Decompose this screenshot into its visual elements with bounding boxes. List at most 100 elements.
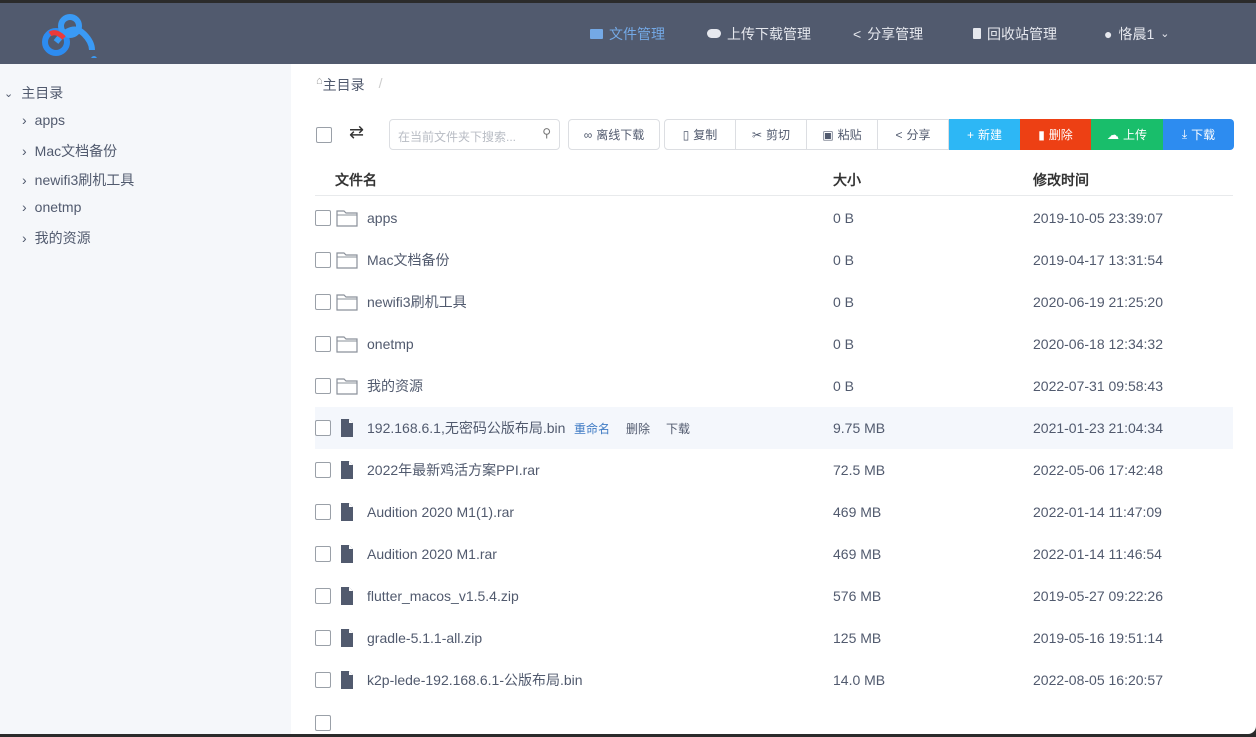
folder-icon <box>336 252 358 269</box>
share-button[interactable]: < 分享 <box>878 119 949 150</box>
select-all-checkbox[interactable] <box>316 127 332 143</box>
column-size[interactable]: 大小 <box>833 170 861 190</box>
delete-link[interactable]: 删除 <box>626 420 650 437</box>
share-icon: < <box>853 25 862 42</box>
file-name[interactable]: 192.168.6.1,无密码公版布局.bin <box>367 418 565 438</box>
share-icon: < <box>895 127 903 142</box>
nav-transfer-management[interactable]: 上传下载管理 <box>707 3 811 64</box>
upload-button[interactable]: ☁ 上传 <box>1091 119 1163 150</box>
table-row[interactable]: 192.168.6.1,无密码公版布局.bin 重命名 删除 下载 9.75 MB 202… <box>315 407 1233 449</box>
cloud-icon <box>707 29 721 38</box>
file-name[interactable]: k2p-lede-192.168.6.1-公版布局.bin <box>367 670 583 690</box>
table-row[interactable]: Audition 2020 M1(1).rar 469 MB 2022-01-14 … <box>315 491 1233 533</box>
table-row[interactable]: flutter_macos_v1.5.4.zip 576 MB 2019-05-27… <box>315 575 1233 617</box>
row-checkbox[interactable] <box>315 336 331 352</box>
nav-recycle-management[interactable]: 回收站管理 <box>973 3 1057 64</box>
search-input[interactable]: 在当前文件夹下搜索... ⚲ <box>389 119 560 150</box>
user-name: 恪晨1 <box>1118 25 1155 42</box>
file-size: 469 MB <box>833 546 882 562</box>
row-checkbox[interactable] <box>315 378 331 394</box>
row-checkbox[interactable] <box>315 672 331 688</box>
file-size: 125 MB <box>833 630 882 646</box>
plus-icon: + <box>966 127 974 142</box>
download-button[interactable]: ⤓ 下载 <box>1163 119 1234 150</box>
file-name[interactable]: Mac文档备份 <box>367 250 449 270</box>
row-checkbox[interactable] <box>315 294 331 310</box>
offline-download-button[interactable]: ∞ 离线下载 <box>568 119 660 150</box>
link-icon: ∞ <box>583 127 593 142</box>
tree-item[interactable]: › 我的资源 <box>22 228 91 248</box>
file-name[interactable]: apps <box>367 210 397 226</box>
file-name[interactable]: onetmp <box>367 336 414 352</box>
row-checkbox[interactable] <box>315 462 331 478</box>
tree-item[interactable]: › Mac文档备份 <box>22 141 117 161</box>
breadcrumb: ⌂ 主目录 / <box>316 75 383 95</box>
file-time: 2019-10-05 23:39:07 <box>1033 210 1163 226</box>
search-placeholder: 在当前文件夹下搜索... <box>398 130 517 144</box>
table-row[interactable]: 2022年最新鸡活方案PPI.rar 72.5 MB 2022-05-06 17:4… <box>315 449 1233 491</box>
nav-file-management[interactable]: 文件管理 <box>590 3 665 64</box>
row-checkbox[interactable] <box>315 630 331 646</box>
file-name[interactable]: newifi3刷机工具 <box>367 292 467 312</box>
file-name[interactable]: flutter_macos_v1.5.4.zip <box>367 588 519 604</box>
row-checkbox[interactable] <box>315 210 331 226</box>
table-row[interactable]: apps 0 B 2019-10-05 23:39:07 <box>315 197 1233 239</box>
row-checkbox[interactable] <box>315 504 331 520</box>
table-row[interactable]: k2p-lede-192.168.6.1-公版布局.bin 14.0 MB 2022… <box>315 659 1233 701</box>
file-size: 14.0 MB <box>833 672 886 688</box>
row-checkbox[interactable] <box>315 588 331 604</box>
file-icon <box>341 461 353 479</box>
new-button[interactable]: + 新建 <box>949 119 1020 150</box>
nav-label: 回收站管理 <box>987 25 1057 42</box>
table-row[interactable]: gradle-5.1.1-all.zip 125 MB 2019-05-16 19:… <box>315 617 1233 659</box>
column-name[interactable]: 文件名 <box>335 170 377 190</box>
top-header: 文件管理 上传下载管理 < 分享管理 回收站管理 ● 恪晨1 ⌄ <box>0 3 1256 64</box>
rename-link[interactable]: 重命名 <box>574 420 610 437</box>
file-size: 0 B <box>833 252 855 268</box>
file-size: 72.5 MB <box>833 462 886 478</box>
table-row[interactable]: Mac文档备份 0 B 2019-04-17 13:31:54 <box>315 239 1233 281</box>
file-icon <box>341 419 353 437</box>
logo-icon[interactable] <box>42 12 100 58</box>
file-size: 9.75 MB <box>833 420 886 436</box>
search-icon[interactable]: ⚲ <box>542 126 551 140</box>
breadcrumb-home[interactable]: 主目录 <box>323 75 365 95</box>
row-checkbox[interactable] <box>315 252 331 268</box>
paste-button[interactable]: ▣ 粘贴 <box>807 119 878 150</box>
file-name[interactable]: 我的资源 <box>367 376 423 396</box>
row-checkbox[interactable] <box>315 546 331 562</box>
file-size: 576 MB <box>833 588 882 604</box>
file-time: 2020-06-18 12:34:32 <box>1033 336 1163 352</box>
button-label: 离线下载 <box>596 128 645 142</box>
tree-root[interactable]: ⌄ 主目录 <box>4 83 63 103</box>
clipboard-icon: ▣ <box>822 127 834 142</box>
row-checkbox[interactable] <box>315 420 331 436</box>
download-link[interactable]: 下载 <box>666 420 690 437</box>
button-label: 删除 <box>1048 128 1073 142</box>
button-label: 分享 <box>906 128 931 142</box>
column-time[interactable]: 修改时间 <box>1033 170 1089 190</box>
file-name[interactable]: gradle-5.1.1-all.zip <box>367 630 482 646</box>
tree-item[interactable]: › newifi3刷机工具 <box>22 170 134 190</box>
delete-button[interactable]: ▮ 删除 <box>1020 119 1091 150</box>
table-row[interactable]: onetmp 0 B 2020-06-18 12:34:32 <box>315 323 1233 365</box>
chevron-right-icon: › <box>22 172 27 188</box>
tree-item[interactable]: › onetmp <box>22 199 81 215</box>
table-row[interactable]: Audition 2020 M1.rar 469 MB 2022-01-14 11:… <box>315 533 1233 575</box>
row-checkbox[interactable] <box>315 715 331 731</box>
table-header: 文件名 大小 修改时间 <box>315 165 1233 196</box>
table-row[interactable]: 我的资源 0 B 2022-07-31 09:58:43 <box>315 365 1233 407</box>
table-row[interactable]: newifi3刷机工具 0 B 2020-06-19 21:25:20 <box>315 281 1233 323</box>
file-time: 2020-06-19 21:25:20 <box>1033 294 1163 310</box>
file-name[interactable]: Audition 2020 M1.rar <box>367 546 497 562</box>
file-name[interactable]: Audition 2020 M1(1).rar <box>367 504 514 520</box>
file-time: 2022-07-31 09:58:43 <box>1033 378 1163 394</box>
user-menu[interactable]: ● 恪晨1 ⌄ <box>1104 3 1169 64</box>
swap-icon[interactable]: ⇄ <box>349 122 364 143</box>
nav-share-management[interactable]: < 分享管理 <box>853 3 923 64</box>
file-name[interactable]: 2022年最新鸡活方案PPI.rar <box>367 460 540 480</box>
copy-button[interactable]: ▯ 复制 <box>664 119 736 150</box>
cut-button[interactable]: ✂ 剪切 <box>736 119 807 150</box>
file-size: 469 MB <box>833 504 882 520</box>
tree-item[interactable]: › apps <box>22 112 65 128</box>
